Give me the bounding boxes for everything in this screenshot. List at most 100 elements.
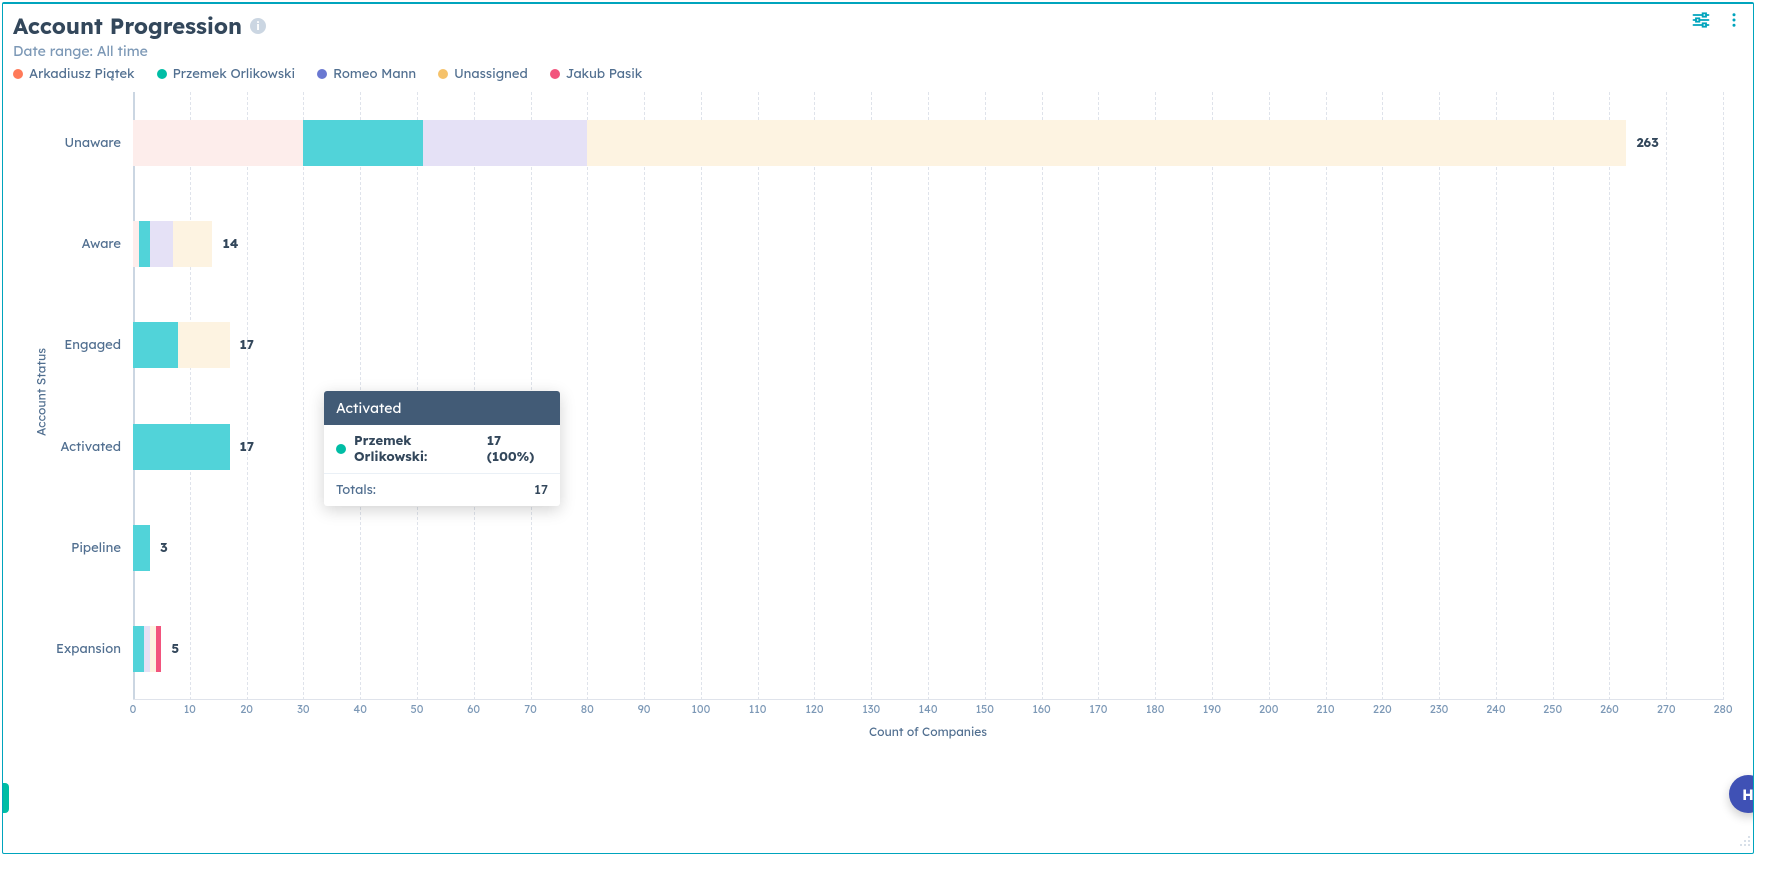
bar-segment[interactable] [150, 221, 173, 267]
card-header: Account Progression i [13, 12, 1743, 40]
resize-handle-icon[interactable] [1737, 831, 1751, 851]
x-tick-label: 140 [919, 702, 938, 716]
legend-swatch [13, 69, 23, 79]
x-tick-label: 0 [130, 702, 137, 716]
legend-label: Arkadiusz Piątek [29, 66, 135, 82]
tooltip-total-label: Totals: [336, 482, 376, 498]
bar-total-label: 17 [240, 337, 254, 353]
chart-area: Account Status Unaware263Aware14Engaged1… [133, 92, 1723, 752]
tooltip-total-row: Totals: 17 [336, 482, 548, 498]
x-tick-label: 250 [1543, 702, 1562, 716]
bar-segment[interactable] [133, 525, 150, 571]
bar-segment[interactable] [139, 221, 150, 267]
stacked-bar[interactable] [133, 120, 1626, 166]
category-label: Expansion [11, 641, 133, 657]
category-label: Activated [11, 439, 133, 455]
bar-segment[interactable] [178, 322, 229, 368]
tooltip-series-row: Przemek Orlikowski: 17 (100%) [336, 433, 548, 465]
gridline [1723, 92, 1724, 700]
bar-total-label: 14 [222, 236, 238, 252]
tooltip-series-name: Przemek Orlikowski [354, 433, 424, 465]
category-label: Pipeline [11, 540, 133, 556]
x-tick-label: 120 [805, 702, 823, 716]
x-tick-label: 220 [1373, 702, 1392, 716]
bar-segment[interactable] [587, 120, 1626, 166]
legend-label: Jakub Pasik [566, 66, 643, 82]
stacked-bar[interactable] [133, 525, 150, 571]
bar-segment[interactable] [173, 221, 213, 267]
legend-label: Romeo Mann [333, 66, 416, 82]
tooltip-category: Activated [324, 391, 560, 425]
legend-swatch [438, 69, 448, 79]
stacked-bar[interactable] [133, 221, 212, 267]
stacked-bar[interactable] [133, 424, 230, 470]
legend-item[interactable]: Unassigned [438, 66, 528, 82]
x-tick-label: 160 [1032, 702, 1050, 716]
bar-total-label: 17 [240, 439, 254, 455]
y-axis-title: Account Status [34, 348, 49, 436]
x-tick-label: 150 [976, 702, 994, 716]
bar-segment[interactable] [133, 120, 303, 166]
bar-row: Expansion5 [133, 599, 1723, 700]
category-label: Engaged [11, 337, 133, 353]
bar-segment[interactable] [303, 120, 422, 166]
card-actions [1691, 10, 1743, 30]
chart-tooltip: Activated Przemek Orlikowski: 17 (100%) … [324, 391, 560, 506]
x-tick-label: 200 [1259, 702, 1278, 716]
card-title: Account Progression [13, 12, 242, 40]
x-tick-label: 280 [1713, 702, 1732, 716]
legend-swatch [157, 69, 167, 79]
bar-total-label: 3 [160, 540, 168, 556]
date-range-label: Date range: All time [13, 42, 1743, 60]
legend-item[interactable]: Przemek Orlikowski [157, 66, 296, 82]
x-axis-title: Count of Companies [133, 724, 1723, 739]
bar-segment[interactable] [133, 424, 230, 470]
info-icon[interactable]: i [250, 18, 266, 34]
bar-row: Engaged17 [133, 295, 1723, 396]
stacked-bar[interactable] [133, 626, 161, 672]
help-fab[interactable]: H [1729, 775, 1754, 813]
x-tick-label: 40 [353, 702, 367, 716]
x-tick-label: 30 [297, 702, 310, 716]
x-tick-label: 210 [1316, 702, 1334, 716]
x-tick-label: 50 [410, 702, 423, 716]
bar-row: Unaware263 [133, 92, 1723, 193]
x-tick-label: 270 [1657, 702, 1676, 716]
bar-segment[interactable] [133, 626, 144, 672]
x-tick-label: 110 [749, 702, 767, 716]
x-tick-label: 20 [240, 702, 253, 716]
legend-swatch [550, 69, 560, 79]
stacked-bar[interactable] [133, 322, 230, 368]
x-tick-label: 90 [638, 702, 651, 716]
chart-card: Account Progression i Date range: All ti… [2, 2, 1754, 854]
bar-segment[interactable] [423, 120, 588, 166]
x-tick-label: 170 [1089, 702, 1107, 716]
tooltip-total-value: 17 [534, 482, 548, 498]
x-tick-label: 60 [467, 702, 480, 716]
bar-total-label: 263 [1636, 135, 1658, 151]
bar-segment[interactable] [133, 322, 178, 368]
x-tick-label: 100 [691, 702, 710, 716]
legend-label: Przemek Orlikowski [173, 66, 296, 82]
x-tick-label: 190 [1203, 702, 1221, 716]
legend-label: Unassigned [454, 66, 528, 82]
x-tick-label: 10 [184, 702, 196, 716]
x-tick-label: 240 [1486, 702, 1505, 716]
tooltip-series-swatch [336, 444, 346, 454]
legend-item[interactable]: Romeo Mann [317, 66, 416, 82]
x-tick-label: 70 [524, 702, 537, 716]
side-tab[interactable] [2, 783, 9, 813]
category-label: Unaware [11, 135, 133, 151]
chart-legend: Arkadiusz Piątek Przemek Orlikowski Romeo … [13, 66, 1743, 82]
more-menu-icon[interactable] [1725, 10, 1743, 30]
bar-segment[interactable] [156, 626, 162, 672]
legend-item[interactable]: Jakub Pasik [550, 66, 643, 82]
filter-settings-icon[interactable] [1691, 10, 1711, 30]
x-tick-label: 180 [1146, 702, 1165, 716]
bar-row: Aware14 [133, 193, 1723, 294]
x-tick-label: 260 [1600, 702, 1619, 716]
tooltip-divider [324, 473, 560, 474]
x-axis-ticks: 0102030405060708090100110120130140150160… [133, 700, 1723, 722]
category-label: Aware [11, 236, 133, 252]
legend-item[interactable]: Arkadiusz Piątek [13, 66, 135, 82]
